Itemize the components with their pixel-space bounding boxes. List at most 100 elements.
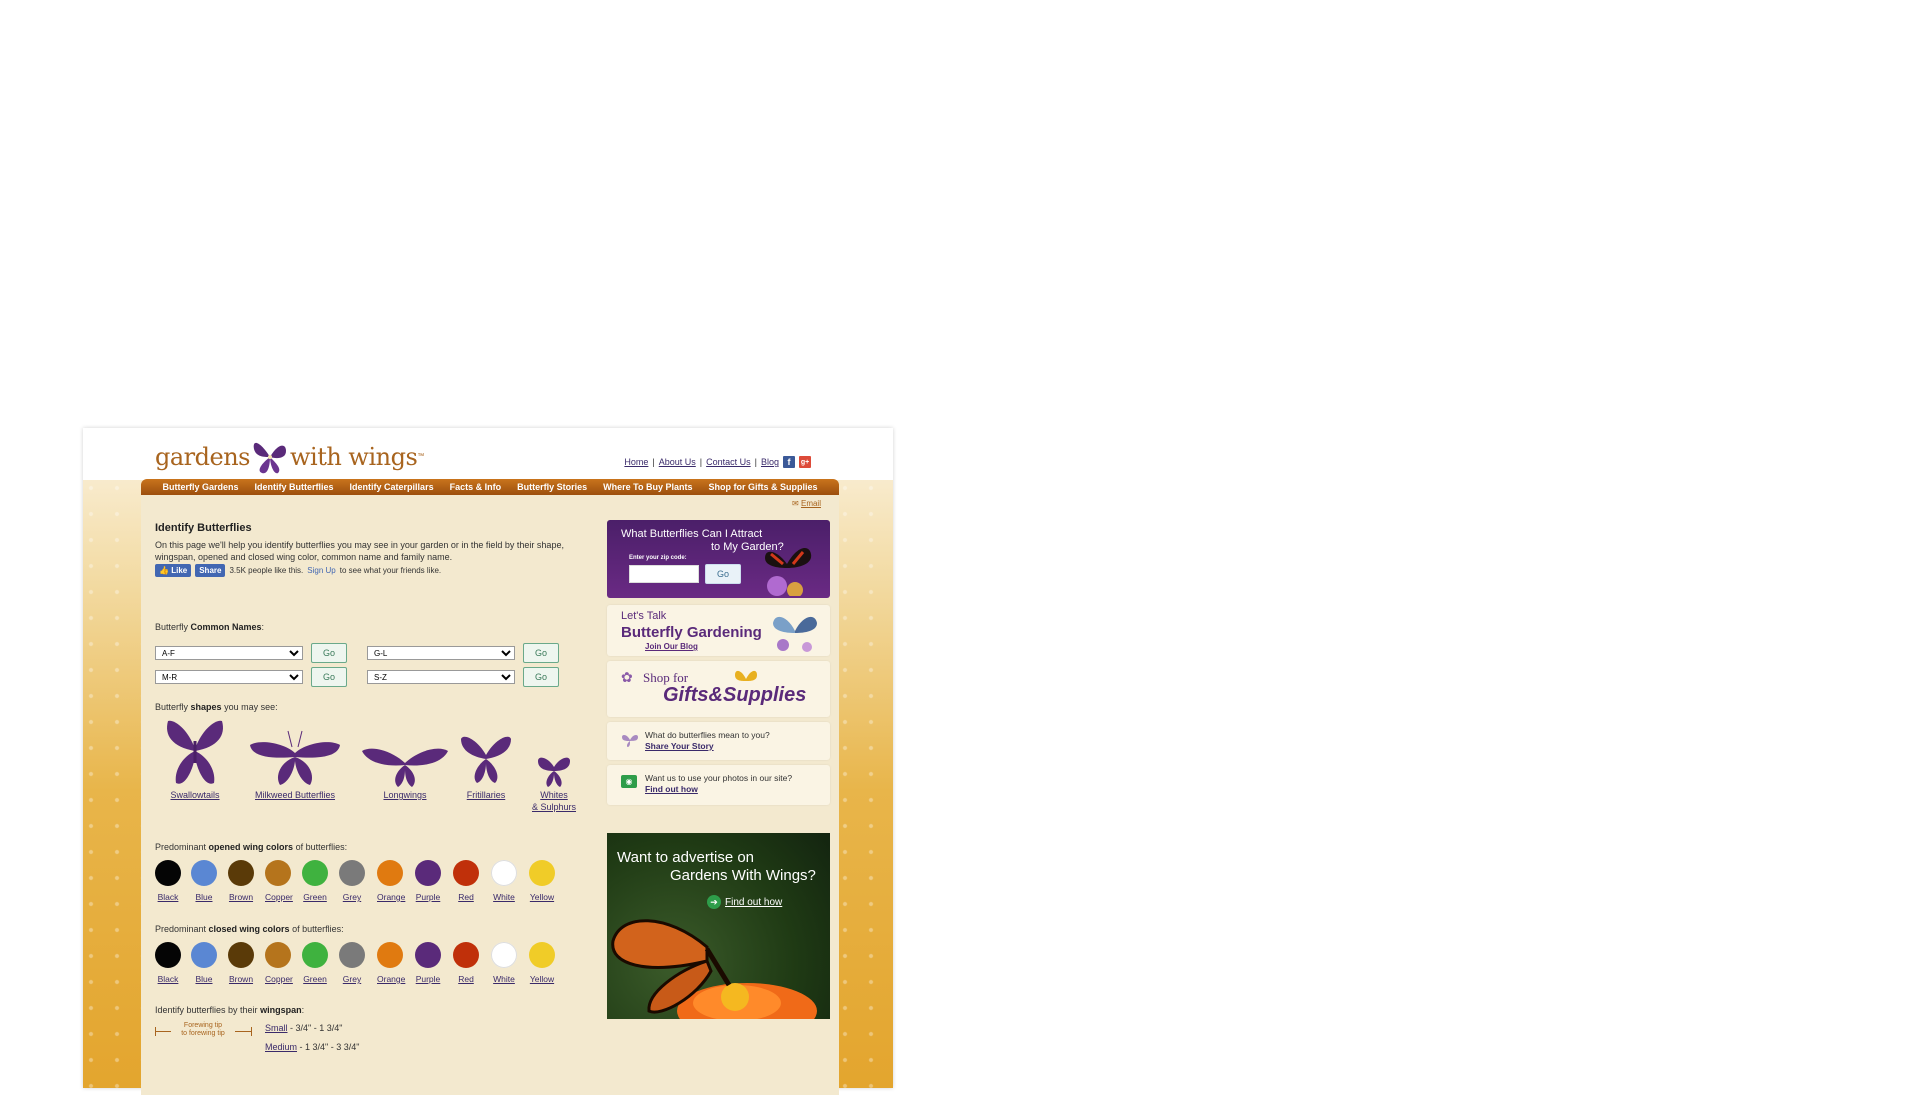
color-swatch-black[interactable]: Black [155,860,181,902]
go-button-m-r[interactable]: Go [311,667,347,687]
color-circle[interactable] [265,860,291,886]
shape-label[interactable]: Whites [525,789,583,801]
color-label[interactable]: Copper [265,974,293,984]
shape-whites-sulphurs[interactable]: Whites & Sulphurs [525,751,583,813]
color-circle[interactable] [155,942,181,968]
nav-butterfly-gardens[interactable]: Butterfly Gardens [163,482,239,492]
zip-go-button[interactable]: Go [705,564,741,584]
color-swatch-green[interactable]: Green [302,860,328,902]
color-circle[interactable] [191,860,217,886]
color-swatch-brown[interactable]: Brown [228,860,254,902]
shape-label[interactable]: Fritillaries [455,789,517,801]
color-label[interactable]: White [491,974,517,984]
color-swatch-yellow[interactable]: Yellow [529,942,555,984]
shop-promo-box[interactable]: ✿ Shop for Gifts&Supplies [607,661,830,717]
color-label[interactable]: Red [453,892,479,902]
color-swatch-blue[interactable]: Blue [191,860,217,902]
color-swatch-orange[interactable]: Orange [377,860,405,902]
find-out-how-link[interactable]: Find out how [645,784,698,794]
color-circle[interactable] [453,860,479,886]
color-circle[interactable] [265,942,291,968]
contact-us-link[interactable]: Contact Us [706,457,751,467]
nav-identify-caterpillars[interactable]: Identify Caterpillars [350,482,434,492]
color-circle[interactable] [529,860,555,886]
color-circle[interactable] [377,942,403,968]
wingspan-small-link[interactable]: Small [265,1023,288,1033]
color-swatch-white[interactable]: White [491,942,517,984]
shape-milkweed[interactable]: Milkweed Butterflies [245,727,345,801]
go-button-g-l[interactable]: Go [523,643,559,663]
blog-promo-box[interactable]: Let's Talk Butterfly Gardening Join Our … [607,605,830,656]
color-swatch-green[interactable]: Green [302,942,328,984]
google-plus-icon[interactable]: g+ [799,456,811,468]
color-swatch-purple[interactable]: Purple [415,942,441,984]
common-names-select-s-z[interactable]: S-Z [367,670,515,684]
go-button-s-z[interactable]: Go [523,667,559,687]
color-circle[interactable] [491,860,517,886]
color-swatch-black[interactable]: Black [155,942,181,984]
color-swatch-purple[interactable]: Purple [415,860,441,902]
color-swatch-grey[interactable]: Grey [339,942,365,984]
nav-facts-info[interactable]: Facts & Info [450,482,502,492]
color-label[interactable]: White [491,892,517,902]
fb-share-button[interactable]: Share [195,564,226,577]
color-label[interactable]: Blue [191,974,217,984]
color-label[interactable]: Black [155,892,181,902]
site-logo[interactable]: gardens with wings ™ [155,434,424,479]
color-circle[interactable] [377,860,403,886]
shape-label[interactable]: Milkweed Butterflies [245,789,345,801]
color-label[interactable]: Copper [265,892,293,902]
color-circle[interactable] [339,860,365,886]
color-label[interactable]: Brown [228,892,254,902]
color-circle[interactable] [302,860,328,886]
color-circle[interactable] [529,942,555,968]
color-swatch-blue[interactable]: Blue [191,942,217,984]
facebook-icon[interactable]: f [783,456,795,468]
color-label[interactable]: Purple [415,974,441,984]
fb-signup-link[interactable]: Sign Up [307,566,335,575]
color-label[interactable]: Green [302,974,328,984]
shape-label[interactable]: Swallowtails [155,789,235,801]
zip-code-input[interactable] [629,565,699,583]
blog-link[interactable]: Blog [761,457,779,467]
shape-swallowtails[interactable]: Swallowtails [155,717,235,801]
color-label[interactable]: Grey [339,974,365,984]
color-circle[interactable] [228,860,254,886]
color-circle[interactable] [191,942,217,968]
join-blog-link[interactable]: Join Our Blog [645,642,698,651]
color-label[interactable]: Orange [377,892,405,902]
color-swatch-red[interactable]: Red [453,860,479,902]
shape-label[interactable]: Longwings [359,789,451,801]
shape-label[interactable]: & Sulphurs [525,801,583,813]
color-swatch-grey[interactable]: Grey [339,860,365,902]
color-circle[interactable] [491,942,517,968]
color-circle[interactable] [302,942,328,968]
color-circle[interactable] [453,942,479,968]
color-circle[interactable] [415,942,441,968]
color-circle[interactable] [339,942,365,968]
share-your-story-link[interactable]: Share Your Story [645,741,714,751]
color-swatch-brown[interactable]: Brown [228,942,254,984]
color-label[interactable]: Brown [228,974,254,984]
color-label[interactable]: Red [453,974,479,984]
common-names-select-g-l[interactable]: G-L [367,646,515,660]
fb-like-button[interactable]: 👍 Like [155,564,192,577]
color-circle[interactable] [155,860,181,886]
ad-find-out-link[interactable]: Find out how [725,897,782,908]
common-names-select-m-r[interactable]: M-R [155,670,303,684]
go-button-a-f[interactable]: Go [311,643,347,663]
color-label[interactable]: Yellow [529,974,555,984]
color-circle[interactable] [415,860,441,886]
shape-fritillaries[interactable]: Fritillaries [455,731,517,801]
nav-butterfly-stories[interactable]: Butterfly Stories [517,482,587,492]
color-label[interactable]: Green [302,892,328,902]
color-swatch-red[interactable]: Red [453,942,479,984]
nav-identify-butterflies[interactable]: Identify Butterflies [255,482,334,492]
wingspan-medium-link[interactable]: Medium [265,1042,297,1052]
nav-shop-gifts-supplies[interactable]: Shop for Gifts & Supplies [708,482,817,492]
color-label[interactable]: Yellow [529,892,555,902]
color-swatch-copper[interactable]: Copper [265,942,293,984]
nav-where-to-buy-plants[interactable]: Where To Buy Plants [603,482,692,492]
color-circle[interactable] [228,942,254,968]
about-us-link[interactable]: About Us [659,457,696,467]
